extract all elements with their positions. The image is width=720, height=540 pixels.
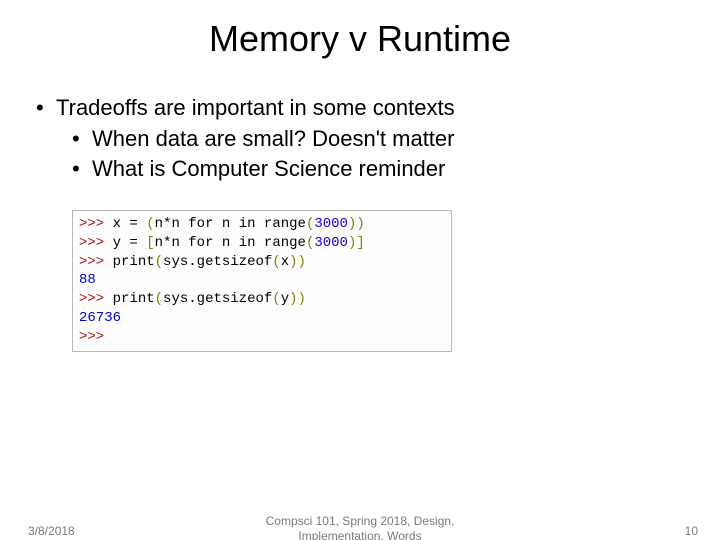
code-call: range: [256, 216, 306, 232]
prompt-icon: >>>: [79, 254, 104, 270]
prompt-icon: >>>: [79, 291, 104, 307]
code-fn: getsizeof: [197, 291, 273, 307]
code-line-last-prompt: >>>: [79, 328, 445, 347]
code-op: =: [121, 216, 146, 232]
code-dot: .: [188, 254, 196, 270]
code-arg: y: [281, 291, 289, 307]
code-paren: ): [289, 291, 297, 307]
code-bracket: [: [146, 235, 154, 251]
code-kw: for: [188, 216, 213, 232]
code-call: range: [256, 235, 306, 251]
code-expr: n: [213, 216, 238, 232]
code-kw: for: [188, 235, 213, 251]
footer-caption-line2: Implementation, Words: [298, 529, 421, 540]
code-line-2: >>> y = [n*n for n in range(3000)]: [79, 234, 445, 253]
code-var: y: [113, 235, 121, 251]
code-block: >>> x = (n*n for n in range(3000)) >>> y…: [72, 210, 452, 352]
code-paren: (: [272, 291, 280, 307]
code-mod: sys: [163, 254, 188, 270]
code-paren: ): [356, 216, 364, 232]
prompt-icon: >>>: [79, 235, 104, 251]
code-fn: getsizeof: [197, 254, 273, 270]
code-bracket: ]: [356, 235, 364, 251]
code-number: 3000: [314, 216, 348, 232]
code-paren: (: [272, 254, 280, 270]
footer-caption: Compsci 101, Spring 2018, Design, Implem…: [230, 514, 490, 540]
code-var: x: [113, 216, 121, 232]
code-dot: .: [188, 291, 196, 307]
code-paren: ): [298, 254, 306, 270]
code-expr: n: [213, 235, 238, 251]
code-output-2: 26736: [79, 309, 445, 328]
code-number: 3000: [314, 235, 348, 251]
bullet-sub-2: What is Computer Science reminder: [30, 155, 690, 184]
code-arg: x: [281, 254, 289, 270]
code-call: print: [113, 291, 155, 307]
slide-title: Memory v Runtime: [0, 18, 720, 60]
code-expr: n*n: [155, 216, 189, 232]
code-kw: in: [239, 235, 256, 251]
bullet-sub-1: When data are small? Doesn't matter: [30, 125, 690, 154]
footer-date: 3/8/2018: [28, 524, 75, 538]
prompt-icon: >>>: [79, 216, 104, 232]
slide-footer: 3/8/2018 Compsci 101, Spring 2018, Desig…: [0, 508, 720, 540]
code-line-5: >>> print(sys.getsizeof(y)): [79, 290, 445, 309]
code-call: print: [113, 254, 155, 270]
code-expr: n*n: [155, 235, 189, 251]
code-output-1: 88: [79, 271, 445, 290]
slide-body: Tradeoffs are important in some contexts…: [30, 94, 690, 352]
code-paren: ): [289, 254, 297, 270]
code-line-1: >>> x = (n*n for n in range(3000)): [79, 215, 445, 234]
code-mod: sys: [163, 291, 188, 307]
code-paren: (: [155, 291, 163, 307]
bullet-top: Tradeoffs are important in some contexts: [30, 94, 690, 123]
footer-caption-line1: Compsci 101, Spring 2018, Design,: [266, 514, 455, 528]
code-paren: ): [298, 291, 306, 307]
code-paren: (: [155, 254, 163, 270]
code-line-3: >>> print(sys.getsizeof(x)): [79, 253, 445, 272]
footer-page-number: 10: [685, 524, 698, 538]
code-op: =: [121, 235, 146, 251]
prompt-icon: >>>: [79, 329, 104, 345]
code-kw: in: [239, 216, 256, 232]
code-paren: (: [146, 216, 154, 232]
